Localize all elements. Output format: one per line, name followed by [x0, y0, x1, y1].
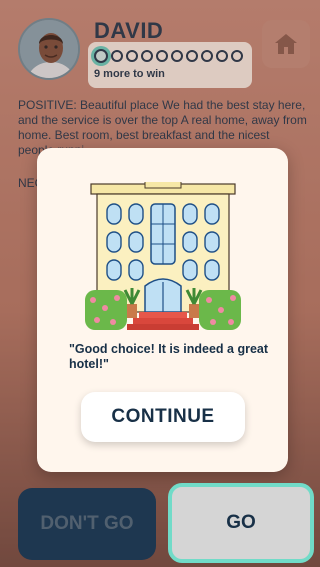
go-button[interactable]: GO [168, 483, 314, 563]
continue-button[interactable]: CONTINUE [81, 392, 245, 442]
result-modal: "Good choice! It is indeed a great hotel… [37, 148, 288, 472]
hotel-illustration-icon [85, 182, 241, 330]
result-message: "Good choice! It is indeed a great hotel… [69, 342, 269, 371]
dont-go-button[interactable]: DON'T GO [18, 488, 156, 560]
